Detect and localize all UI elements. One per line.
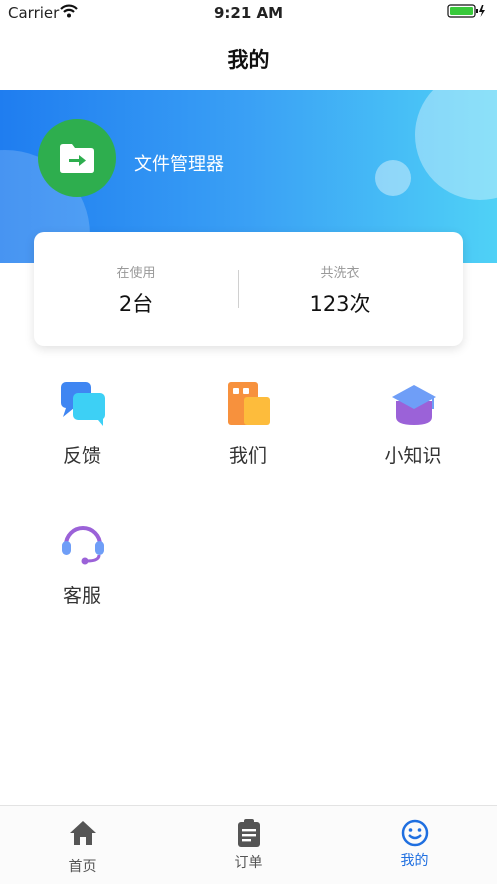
tab-label: 订单	[234, 855, 263, 871]
menu-item-support[interactable]: 客服	[22, 521, 142, 631]
menu-item-label: 我们	[228, 445, 267, 467]
menu-item-feedback[interactable]: 反馈	[22, 381, 142, 491]
avatar[interactable]	[38, 119, 116, 197]
menu-item-knowledge[interactable]: 小知识	[353, 381, 473, 491]
tab-home[interactable]: 首页	[0, 806, 165, 884]
profile-name: 文件管理器	[134, 154, 224, 175]
smiley-icon	[400, 818, 430, 848]
menu-item-about[interactable]: 我们	[188, 381, 308, 491]
chat-bubbles-icon	[60, 381, 106, 427]
menu-item-label: 反馈	[62, 445, 101, 467]
stat-value: 2台	[118, 292, 154, 316]
decorative-bubble	[375, 160, 411, 196]
stats-card: 在使用 2台 共洗衣 123次	[34, 232, 463, 346]
status-bar: Carrier 9:21 AM	[0, 0, 497, 26]
nav-bar: 我的	[0, 26, 497, 90]
home-icon	[68, 818, 98, 848]
headset-icon	[60, 521, 106, 567]
tab-profile[interactable]: 我的	[332, 806, 497, 884]
decorative-bubble	[415, 90, 497, 200]
stat-in-use: 在使用 2台	[34, 232, 238, 346]
menu-item-label: 客服	[62, 585, 101, 607]
tab-label: 我的	[400, 853, 429, 869]
graduation-cap-icon	[391, 381, 437, 427]
tab-label: 首页	[68, 859, 97, 875]
clipboard-icon	[234, 818, 264, 848]
tab-orders[interactable]: 订单	[166, 806, 331, 884]
stat-label: 共洗衣	[320, 266, 360, 281]
folder-arrow-icon	[60, 144, 94, 173]
stat-washes: 共洗衣 123次	[238, 232, 442, 346]
stat-value: 123次	[309, 292, 371, 316]
menu-item-label: 小知识	[384, 445, 442, 467]
status-time: 9:21 AM	[213, 4, 284, 22]
building-icon	[226, 381, 272, 427]
tab-bar: 首页 订单 我的	[0, 805, 497, 884]
stat-label: 在使用	[116, 266, 156, 281]
page-title: 我的	[227, 48, 270, 72]
battery-icon	[447, 4, 487, 22]
